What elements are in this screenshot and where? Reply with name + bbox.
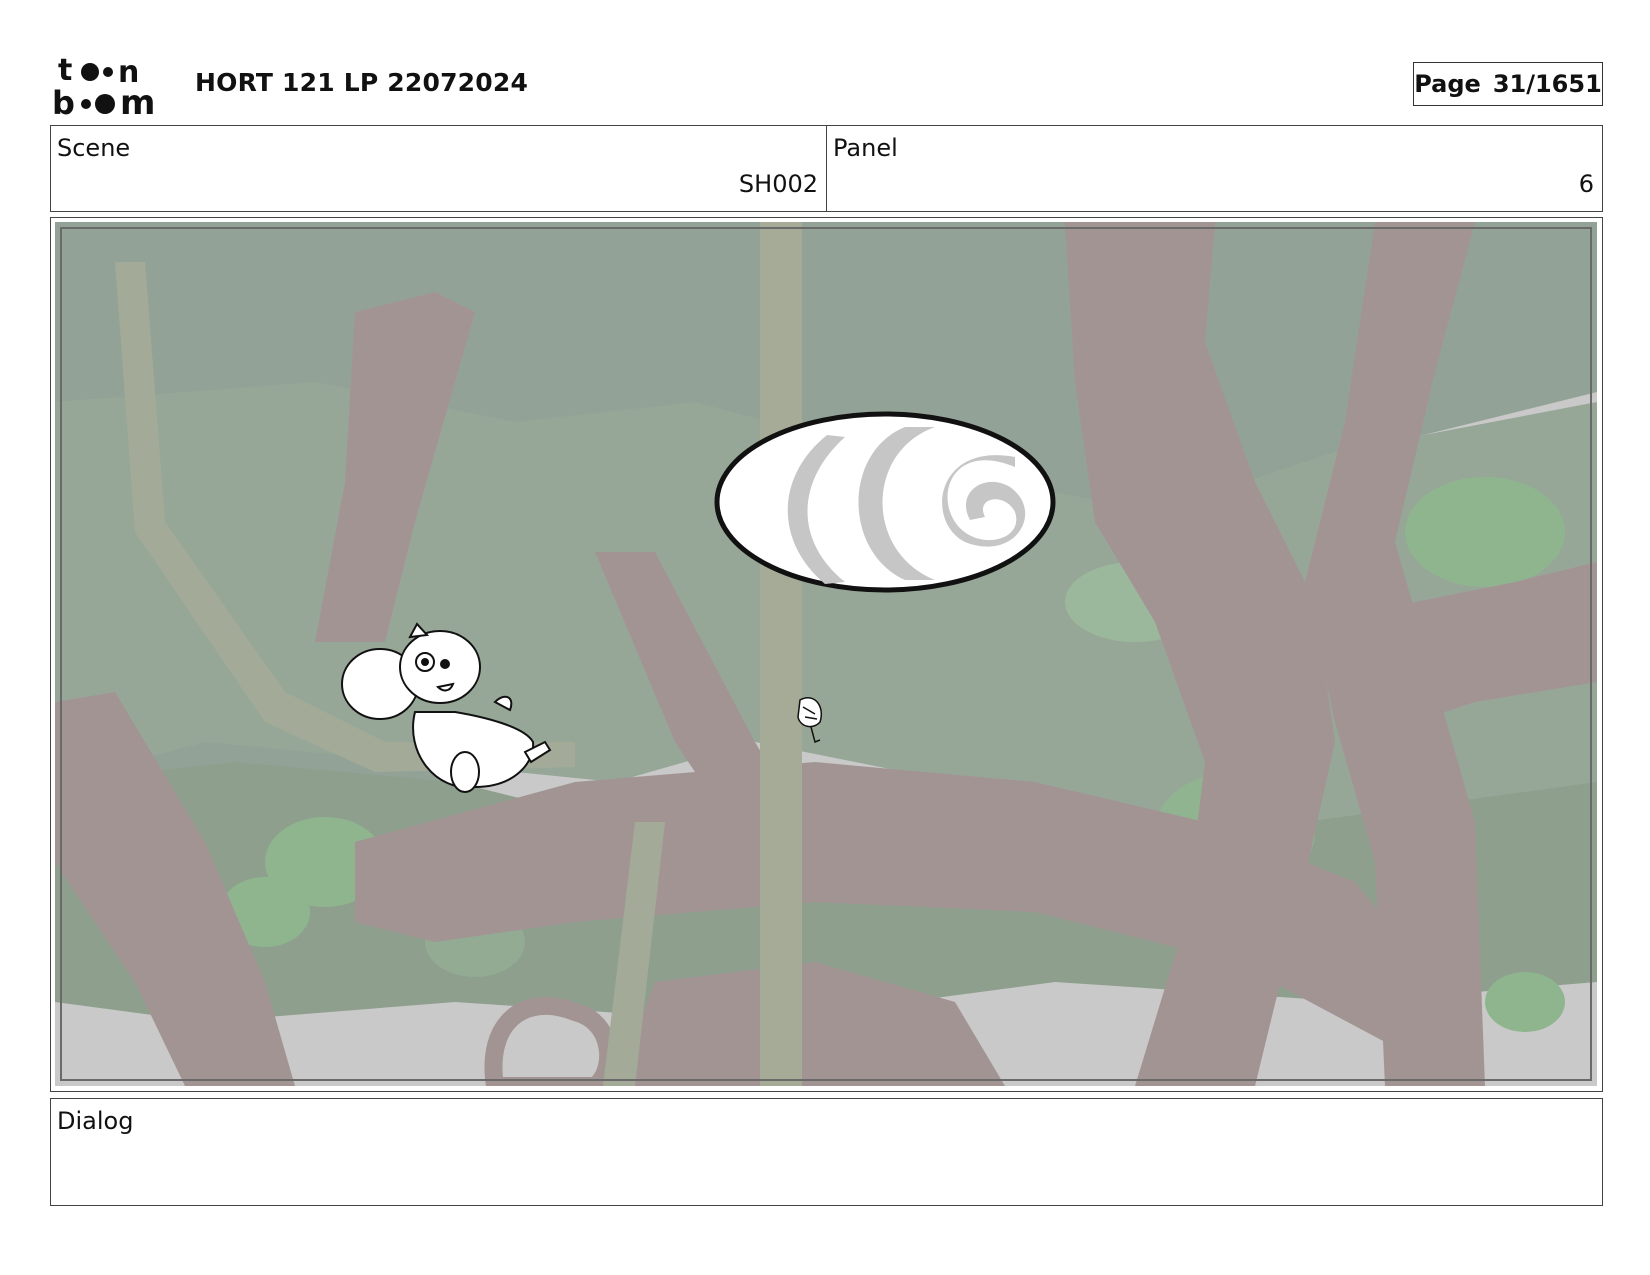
scene-label: Scene	[57, 134, 131, 162]
svg-text:b: b	[52, 84, 75, 118]
svg-text:m: m	[120, 83, 155, 118]
toon-boom-logo: t n b m	[52, 53, 155, 118]
scene-cell: Scene SH002	[51, 126, 826, 211]
dialog-label: Dialog	[57, 1107, 134, 1135]
project-title: HORT 121 LP 22072024	[195, 68, 529, 97]
panel-cell: Panel 6	[826, 126, 1602, 211]
svg-text:t: t	[58, 53, 72, 88]
scene-value: SH002	[738, 170, 818, 198]
page-indicator: Page 31/1651	[1413, 62, 1603, 106]
panel-value: 6	[1578, 170, 1594, 198]
page-label: Page	[1414, 70, 1481, 98]
panel-label: Panel	[833, 134, 898, 162]
swirl-portal	[714, 411, 1056, 593]
leaf-cluster	[1405, 477, 1565, 587]
panel-frame	[50, 217, 1603, 1092]
leaf-cluster	[1485, 972, 1565, 1032]
page-number: 31/1651	[1492, 70, 1602, 98]
vine-center	[760, 222, 802, 1086]
dialog-box: Dialog	[50, 1098, 1603, 1206]
storyboard-drawing	[55, 222, 1597, 1086]
scene-panel-row: Scene SH002 Panel 6	[50, 125, 1603, 212]
